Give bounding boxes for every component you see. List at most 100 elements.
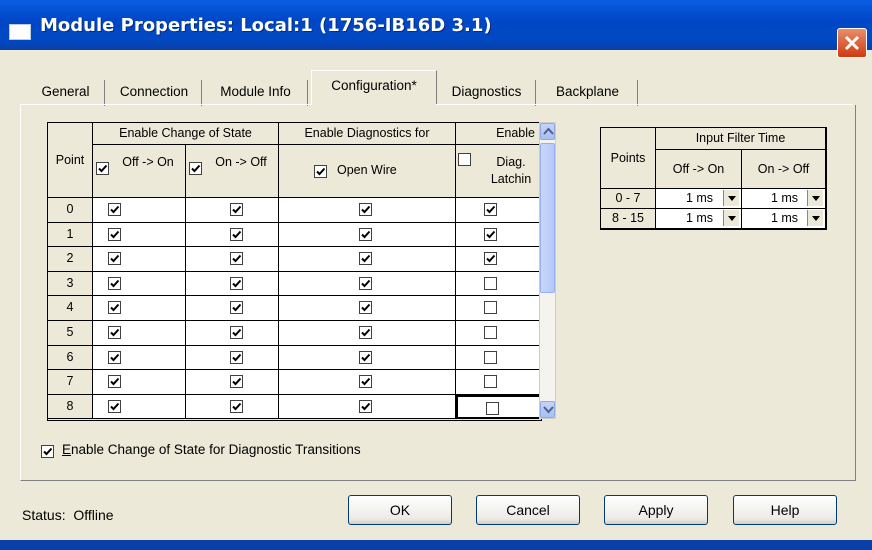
- point-open-wire-cell: [279, 370, 456, 395]
- header-diag-latch-checkbox[interactable]: [458, 153, 471, 166]
- point-open-wire-cell: [279, 345, 456, 371]
- checkmark-icon: [232, 279, 242, 288]
- checkmark-icon: [486, 255, 496, 263]
- header-off-on-cell: Off -> On: [93, 145, 186, 198]
- point-on-off-checkbox[interactable]: [230, 375, 243, 389]
- point-on-off-checkbox[interactable]: [230, 350, 243, 364]
- checkmark-icon: [232, 402, 242, 411]
- point-on-off-checkbox[interactable]: [230, 301, 243, 315]
- header-on-off-checkbox[interactable]: [189, 162, 202, 175]
- tab-diagnostics[interactable]: Diagnostics: [438, 80, 536, 106]
- dropdown-arrow-icon[interactable]: [723, 210, 739, 226]
- checkmark-icon: [232, 378, 242, 386]
- checkmark-icon: [361, 279, 371, 288]
- point-off-on-checkbox[interactable]: [108, 301, 121, 315]
- point-open-wire-checkbox[interactable]: [359, 399, 372, 413]
- point-off-on-checkbox[interactable]: [108, 227, 121, 241]
- checkmark-icon: [361, 304, 371, 312]
- point-off-on-checkbox[interactable]: [108, 203, 121, 216]
- point-open-wire-checkbox[interactable]: [359, 350, 372, 364]
- dropdown-arrow-icon[interactable]: [807, 210, 823, 226]
- ok-button[interactable]: OK: [348, 495, 452, 525]
- tab-module-info[interactable]: Module Info: [204, 80, 308, 106]
- filter-off-on-select[interactable]: 1 ms: [657, 210, 739, 227]
- filter-off-on-select[interactable]: 1 ms: [657, 190, 739, 207]
- point-on-off-checkbox[interactable]: [230, 203, 243, 216]
- filter-off-on-cell: 1 ms: [656, 209, 742, 229]
- point-on-off-checkbox[interactable]: [230, 252, 243, 266]
- point-table-scrollbar[interactable]: [539, 122, 556, 419]
- help-button[interactable]: Help: [733, 495, 837, 525]
- point-latch-checkbox[interactable]: [484, 326, 497, 339]
- point-on-off-checkbox[interactable]: [230, 399, 243, 413]
- point-number: 4: [48, 296, 93, 321]
- filter-on-off-select[interactable]: 1 ms: [743, 210, 823, 227]
- point-open-wire-checkbox[interactable]: [359, 203, 372, 216]
- checkmark-icon: [110, 230, 120, 239]
- cos-diag-transitions-label[interactable]: Enable Change of State for Diagnostic Tr…: [62, 442, 361, 457]
- point-on-off-cell: [186, 247, 279, 272]
- window-icon: [9, 24, 31, 40]
- point-latch-checkbox[interactable]: [484, 227, 497, 241]
- point-number: 0: [48, 198, 93, 223]
- point-latch-checkbox[interactable]: [484, 252, 497, 266]
- point-open-wire-checkbox[interactable]: [359, 227, 372, 241]
- point-latch-checkbox[interactable]: [484, 350, 497, 364]
- header-open-wire-checkbox[interactable]: [314, 165, 327, 178]
- checkmark-icon: [361, 230, 371, 239]
- apply-button[interactable]: Apply: [604, 495, 708, 525]
- point-open-wire-checkbox[interactable]: [359, 326, 372, 339]
- header-on-off-cell: On -> Off: [186, 145, 279, 198]
- tab-general[interactable]: General: [27, 80, 105, 106]
- checkmark-icon: [110, 402, 120, 411]
- point-off-on-checkbox[interactable]: [108, 252, 121, 266]
- checkmark-icon: [361, 255, 371, 263]
- point-on-off-cell: [186, 271, 279, 297]
- point-off-on-checkbox[interactable]: [108, 375, 121, 389]
- filter-on-off-cell: 1 ms: [742, 189, 826, 209]
- point-latch-cell: [456, 370, 541, 395]
- checkmark-icon: [110, 255, 120, 263]
- point-latch-checkbox[interactable]: [484, 203, 497, 216]
- tab-backplane[interactable]: Backplane: [538, 80, 638, 106]
- cos-diag-transitions-checkbox[interactable]: [41, 445, 54, 458]
- point-latch-checkbox[interactable]: [484, 375, 497, 389]
- point-latch-checkbox[interactable]: [486, 401, 499, 415]
- point-open-wire-checkbox[interactable]: [359, 252, 372, 266]
- point-latch-checkbox[interactable]: [484, 301, 497, 315]
- close-button[interactable]: [837, 28, 867, 58]
- point-on-off-checkbox[interactable]: [230, 326, 243, 339]
- point-on-off-checkbox[interactable]: [230, 276, 243, 290]
- scroll-up-button[interactable]: [540, 123, 555, 140]
- scroll-thumb[interactable]: [540, 143, 555, 293]
- point-open-wire-cell: [279, 271, 456, 297]
- point-off-on-checkbox[interactable]: [108, 276, 121, 290]
- tab-connection[interactable]: Connection: [107, 80, 202, 106]
- point-latch-checkbox[interactable]: [484, 276, 497, 290]
- filter-value: 1 ms: [685, 191, 714, 205]
- point-open-wire-checkbox[interactable]: [359, 301, 372, 315]
- point-off-on-checkbox[interactable]: [108, 350, 121, 364]
- checkmark-icon: [361, 328, 371, 337]
- checkmark-icon: [110, 205, 120, 214]
- point-open-wire-checkbox[interactable]: [359, 375, 372, 389]
- dropdown-arrow-icon[interactable]: [723, 190, 739, 206]
- checkmark-icon: [361, 402, 371, 411]
- filter-points: 0 - 7: [601, 189, 656, 209]
- checkmark-icon: [110, 304, 120, 312]
- point-off-on-cell: [93, 222, 186, 248]
- checkmark-icon: [316, 167, 326, 176]
- point-off-on-checkbox[interactable]: [108, 326, 121, 339]
- header-cos-group: Enable Change of State: [93, 123, 279, 145]
- scroll-down-button[interactable]: [540, 401, 555, 418]
- cancel-button[interactable]: Cancel: [476, 495, 580, 525]
- filter-on-off-select[interactable]: 1 ms: [743, 190, 823, 207]
- point-on-off-checkbox[interactable]: [230, 227, 243, 241]
- point-off-on-cell: [93, 198, 186, 223]
- point-off-on-checkbox[interactable]: [108, 399, 121, 413]
- point-open-wire-checkbox[interactable]: [359, 276, 372, 290]
- header-latch-group: Enable: [456, 123, 540, 145]
- tab-configuration[interactable]: Configuration*: [311, 70, 437, 105]
- header-off-on-checkbox[interactable]: [96, 162, 109, 175]
- dropdown-arrow-icon[interactable]: [807, 190, 823, 206]
